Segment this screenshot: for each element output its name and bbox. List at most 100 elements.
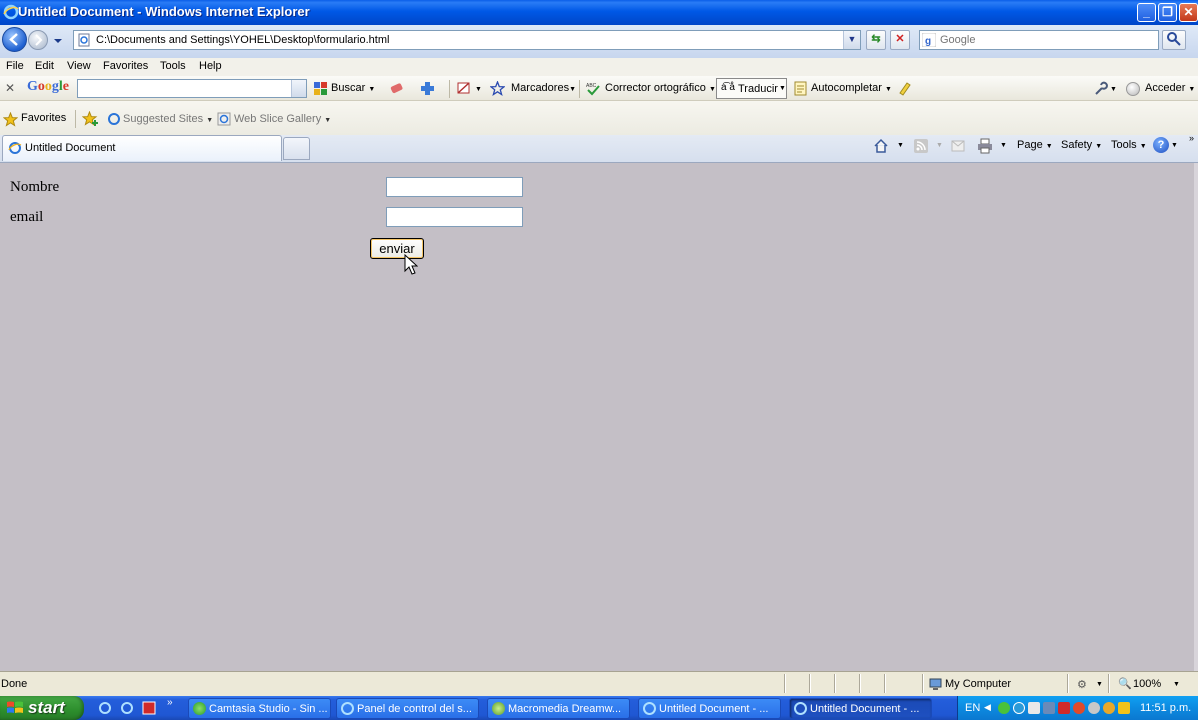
protected-mode-dropdown-icon[interactable]: ▼ bbox=[1096, 681, 1103, 688]
menu-help[interactable]: Help bbox=[199, 60, 222, 72]
search-input[interactable] bbox=[940, 32, 1150, 47]
zoom-icon: 🔍 bbox=[1118, 678, 1132, 690]
tools-menu-button[interactable]: Tools ▼ bbox=[1111, 139, 1147, 151]
task-dreamweaver[interactable]: Macromedia Dreamw... bbox=[487, 698, 630, 719]
tray-security-icon[interactable] bbox=[1058, 702, 1070, 714]
autocompletar-button[interactable]: Autocompletar ▼ bbox=[811, 82, 892, 94]
menu-view[interactable]: View bbox=[67, 60, 91, 72]
forward-button[interactable] bbox=[28, 30, 48, 50]
search-button[interactable] bbox=[1162, 30, 1186, 50]
favorites-button[interactable]: Favorites bbox=[21, 112, 66, 124]
wrench-dropdown[interactable]: ▼ bbox=[1110, 82, 1117, 94]
email-input[interactable] bbox=[386, 207, 523, 227]
popup-blocker-icon[interactable] bbox=[456, 81, 471, 96]
restore-button[interactable]: ❐ bbox=[1158, 3, 1177, 22]
address-dropdown-icon[interactable]: ▼ bbox=[843, 31, 860, 49]
tray-expand-icon[interactable]: ◀ bbox=[984, 702, 991, 713]
web-slice-gallery-link[interactable]: Web Slice Gallery ▼ bbox=[234, 113, 331, 125]
mail-icon[interactable] bbox=[951, 140, 965, 152]
google-logo: Google bbox=[27, 79, 69, 94]
close-toolbar-icon[interactable]: ✕ bbox=[5, 81, 15, 95]
status-cell bbox=[835, 674, 860, 693]
task-label: Panel de control del s... bbox=[357, 703, 472, 715]
google-search-input[interactable] bbox=[77, 79, 307, 98]
highlighter-icon[interactable] bbox=[897, 81, 912, 96]
back-button[interactable] bbox=[2, 27, 27, 52]
popup-dropdown[interactable]: ▼ bbox=[475, 82, 482, 94]
language-indicator[interactable]: EN bbox=[965, 702, 980, 714]
task-panel-control[interactable]: Panel de control del s... bbox=[336, 698, 479, 719]
home-dropdown-icon[interactable]: ▼ bbox=[897, 142, 904, 149]
traducir-button[interactable]: a͡ å Traducir ▼ bbox=[716, 78, 787, 99]
new-tab-button[interactable] bbox=[283, 137, 310, 160]
recent-pages-dropdown-icon[interactable] bbox=[53, 36, 63, 46]
google-search-dropdown-icon[interactable] bbox=[291, 80, 306, 97]
suggested-sites-link[interactable]: Suggested Sites ▼ bbox=[123, 113, 213, 125]
suggested-sites-label: Suggested Sites bbox=[123, 113, 204, 125]
panel-ie-icon bbox=[341, 702, 354, 715]
quicklaunch-more-icon[interactable]: » bbox=[167, 697, 173, 708]
google-search-provider-icon: g bbox=[922, 33, 936, 47]
toolbar-separator bbox=[449, 80, 450, 98]
home-icon[interactable] bbox=[873, 138, 889, 154]
address-bar[interactable]: C:\Documents and Settings\YOHEL\Desktop\… bbox=[73, 30, 861, 50]
stop-button[interactable]: ✕ bbox=[890, 30, 910, 50]
protected-mode-icon: ⚙ bbox=[1077, 679, 1087, 691]
nombre-input[interactable] bbox=[386, 177, 523, 197]
traducir-label: Traducir bbox=[738, 83, 778, 95]
start-button[interactable]: start bbox=[0, 696, 84, 720]
menu-tools[interactable]: Tools bbox=[160, 60, 186, 72]
quicklaunch-app-icon[interactable] bbox=[142, 701, 156, 715]
status-cell bbox=[810, 674, 835, 693]
search-box[interactable]: g bbox=[919, 30, 1159, 50]
marcadores-label: Marcadores bbox=[511, 82, 570, 94]
tray-app-icon[interactable] bbox=[1013, 702, 1025, 714]
print-icon[interactable] bbox=[977, 138, 993, 154]
page-menu-button[interactable]: Page ▼ bbox=[1017, 139, 1053, 151]
task-untitled-document-1[interactable]: Untitled Document - ... bbox=[638, 698, 781, 719]
print-dropdown-icon[interactable]: ▼ bbox=[1000, 142, 1007, 149]
tray-network-icon[interactable] bbox=[1028, 702, 1040, 714]
refresh-button[interactable]: ⇆ bbox=[866, 30, 886, 50]
corrector-button[interactable]: Corrector ortográfico ▼ bbox=[605, 82, 716, 94]
page-scrollbar[interactable] bbox=[1194, 163, 1198, 671]
minimize-button[interactable]: _ bbox=[1137, 3, 1156, 22]
menu-favorites[interactable]: Favorites bbox=[103, 60, 148, 72]
feeds-dropdown-icon[interactable]: ▼ bbox=[936, 142, 943, 149]
title-bar[interactable]: Untitled Document - Windows Internet Exp… bbox=[0, 0, 1198, 25]
plus-icon[interactable] bbox=[420, 81, 435, 96]
help-dropdown-icon[interactable]: ▼ bbox=[1171, 142, 1178, 149]
close-button[interactable]: ✕ bbox=[1179, 3, 1198, 22]
marcadores-button[interactable]: Marcadores▼ bbox=[511, 82, 576, 94]
quicklaunch-ie2-icon[interactable] bbox=[120, 701, 134, 715]
task-untitled-document-2[interactable]: Untitled Document - ... bbox=[789, 698, 932, 719]
google-search-icon bbox=[314, 82, 327, 95]
clock[interactable]: 11:51 p.m. bbox=[1140, 702, 1191, 714]
menu-file[interactable]: File bbox=[6, 60, 24, 72]
add-to-favorites-icon[interactable] bbox=[82, 111, 99, 127]
safety-menu-button[interactable]: Safety ▼ bbox=[1061, 139, 1102, 151]
quicklaunch-ie-icon[interactable] bbox=[98, 701, 112, 715]
taskbar: start » Camtasia Studio - Sin ... Panel … bbox=[0, 696, 1198, 720]
chevron-more-icon[interactable]: » bbox=[1189, 133, 1194, 143]
feeds-icon[interactable] bbox=[914, 139, 928, 153]
safety-label: Safety bbox=[1061, 139, 1093, 151]
help-icon[interactable]: ? bbox=[1153, 137, 1169, 153]
tab-untitled-document[interactable]: Untitled Document bbox=[2, 135, 282, 161]
menu-edit[interactable]: Edit bbox=[35, 60, 54, 72]
tray-monitor-icon[interactable] bbox=[1043, 702, 1055, 714]
address-url: C:\Documents and Settings\YOHEL\Desktop\… bbox=[96, 34, 390, 46]
tray-app-icon[interactable] bbox=[1088, 702, 1100, 714]
eraser-icon[interactable] bbox=[389, 81, 404, 96]
tray-app-icon[interactable] bbox=[1103, 702, 1115, 714]
acceder-button[interactable]: Acceder ▼ bbox=[1145, 82, 1195, 94]
zoom-dropdown-icon[interactable]: ▼ bbox=[1173, 681, 1180, 688]
spellcheck-icon: ABC bbox=[586, 83, 600, 96]
tray-app-icon[interactable] bbox=[1073, 702, 1085, 714]
page-content: Nombre email enviar bbox=[0, 163, 1198, 671]
task-camtasia[interactable]: Camtasia Studio - Sin ... bbox=[188, 698, 331, 719]
tray-app-icon[interactable] bbox=[1118, 702, 1130, 714]
wrench-icon[interactable] bbox=[1093, 81, 1108, 96]
tray-app-icon[interactable] bbox=[998, 702, 1010, 714]
buscar-button[interactable]: Buscar ▼ bbox=[331, 82, 375, 94]
